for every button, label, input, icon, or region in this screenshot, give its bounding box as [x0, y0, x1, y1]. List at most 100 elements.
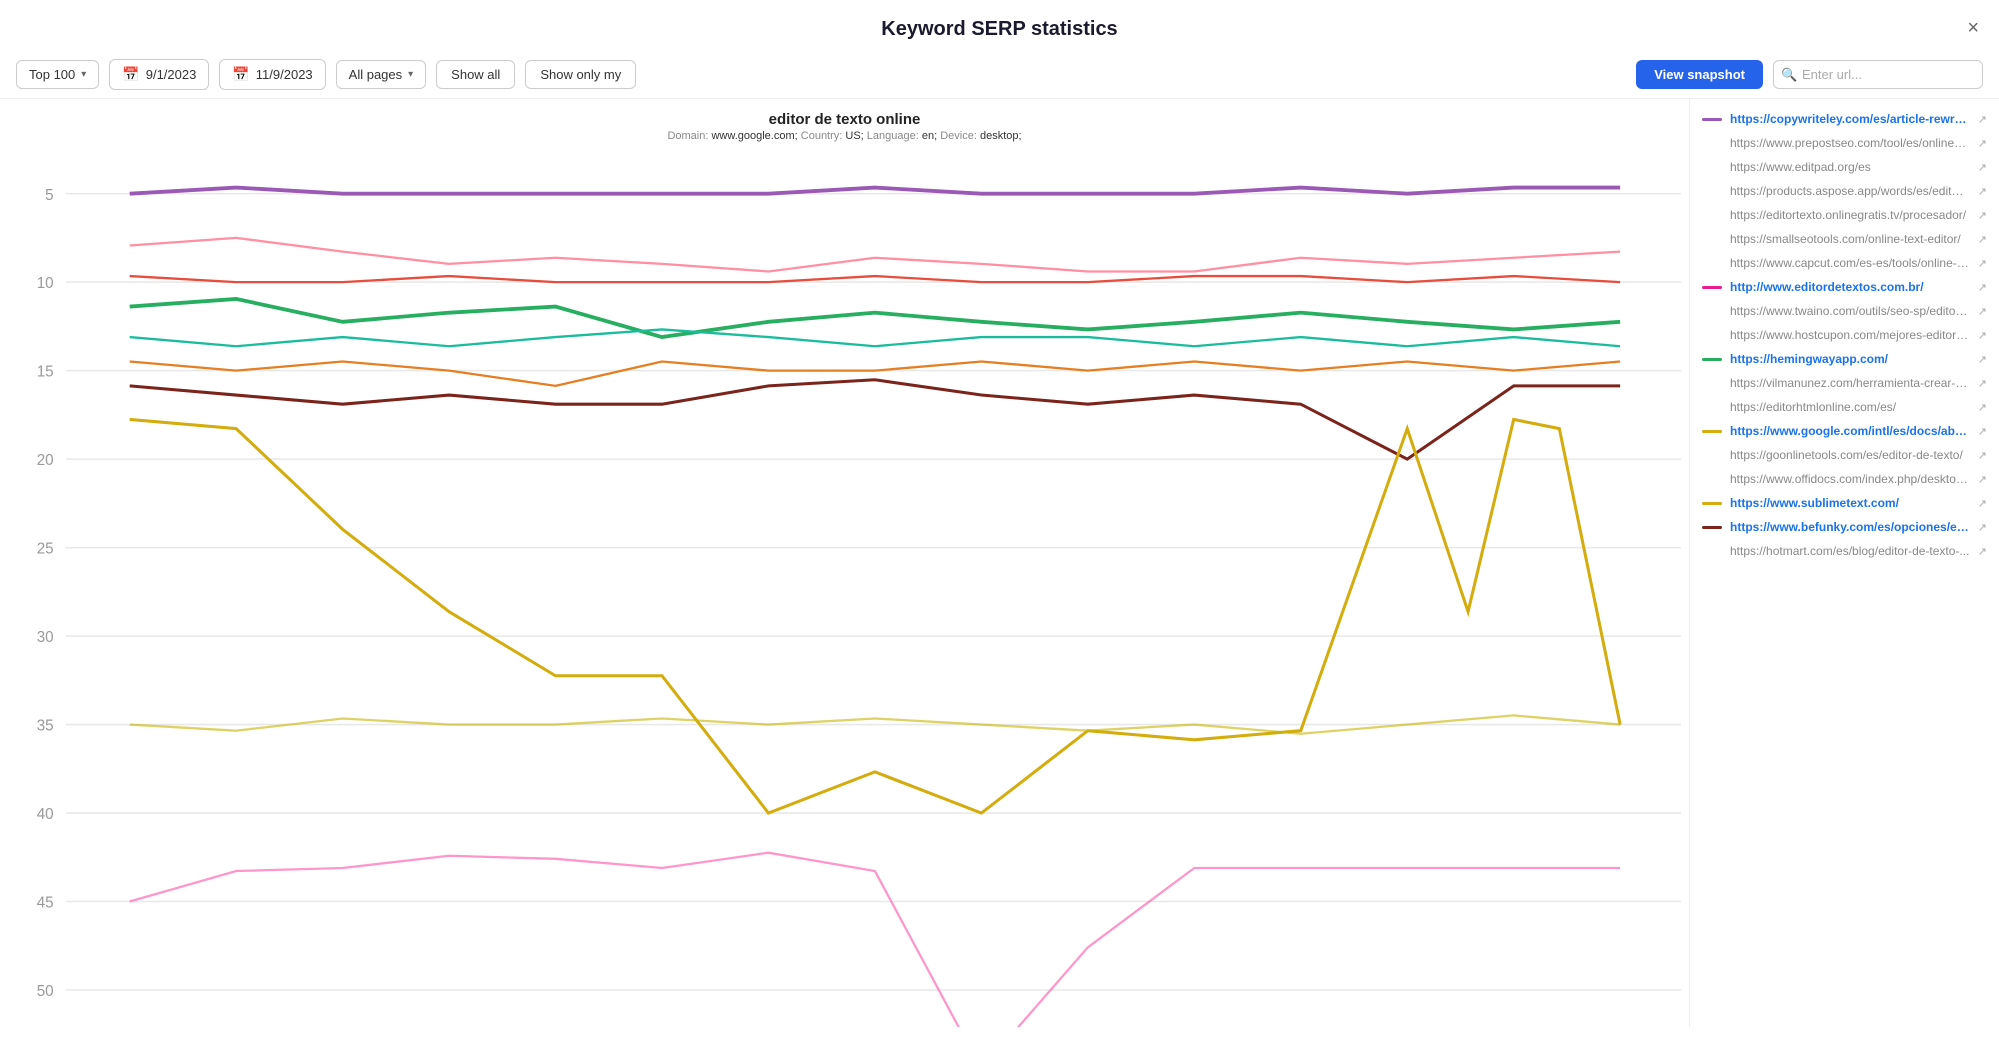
legend-color-swatch [1702, 502, 1722, 505]
legend-url[interactable]: https://www.befunky.com/es/opciones/edit… [1730, 520, 1970, 534]
legend-url[interactable]: https://editorhtmlonline.com/es/ [1730, 400, 1970, 414]
external-link-icon: ↗ [1978, 545, 1987, 558]
legend-color-swatch [1702, 310, 1722, 313]
date-to-picker[interactable]: 📅 11/9/2023 [219, 59, 325, 90]
svg-text:40: 40 [37, 806, 54, 823]
legend-color-swatch [1702, 286, 1722, 289]
external-link-icon: ↗ [1978, 257, 1987, 270]
legend-url[interactable]: https://hotmart.com/es/blog/editor-de-te… [1730, 544, 1970, 558]
list-item[interactable]: https://smallseotools.com/online-text-ed… [1690, 227, 1999, 251]
svg-text:10: 10 [37, 275, 54, 292]
svg-text:25: 25 [37, 541, 54, 558]
url-search-input[interactable] [1773, 60, 1983, 89]
line-twaino [130, 238, 1620, 272]
language-value: en; [922, 130, 937, 142]
list-item[interactable]: https://www.twaino.com/outils/seo-sp/edi… [1690, 299, 1999, 323]
line-editordetextos-br [130, 853, 1620, 1027]
legend-url[interactable]: https://www.capcut.com/es-es/tools/onlin… [1730, 256, 1970, 270]
list-item[interactable]: https://copywriteley.com/es/article-rewr… [1690, 107, 1999, 131]
list-item[interactable]: https://www.google.com/intl/es/docs/abou… [1690, 419, 1999, 443]
legend-color-swatch [1702, 238, 1722, 241]
legend-color-swatch [1702, 382, 1722, 385]
list-item[interactable]: https://www.prepostseo.com/tool/es/onlin… [1690, 131, 1999, 155]
legend-url[interactable]: https://www.offidocs.com/index.php/deskt… [1730, 472, 1970, 486]
external-link-icon: ↗ [1978, 449, 1987, 462]
legend-url[interactable]: https://products.aspose.app/words/es/edi… [1730, 184, 1970, 198]
show-only-my-button[interactable]: Show only my [525, 60, 636, 89]
list-item[interactable]: https://goonlinetools.com/es/editor-de-t… [1690, 443, 1999, 467]
line-copywriteley [130, 188, 1620, 194]
domain-value: www.google.com; [711, 130, 797, 142]
legend-color-swatch [1702, 142, 1722, 145]
list-item[interactable]: https://www.sublimetext.com/ ↗ [1690, 491, 1999, 515]
all-pages-dropdown[interactable]: All pages ▾ [336, 60, 427, 89]
svg-text:35: 35 [37, 718, 54, 735]
legend-url[interactable]: http://www.editordetextos.com.br/ [1730, 280, 1970, 294]
top-100-dropdown[interactable]: Top 100 ▾ [16, 60, 99, 89]
list-item[interactable]: https://www.befunky.com/es/opciones/edit… [1690, 515, 1999, 539]
date-from-picker[interactable]: 📅 9/1/2023 [109, 59, 209, 90]
list-item[interactable]: https://editorhtmlonline.com/es/ ↗ [1690, 395, 1999, 419]
chevron-down-icon: ▾ [408, 69, 413, 80]
svg-text:20: 20 [37, 452, 54, 469]
line-teal [130, 329, 1620, 346]
line-editordetextos [130, 276, 1620, 282]
list-item[interactable]: https://editortexto.onlinegratis.tv/proc… [1690, 203, 1999, 227]
chart-svg[interactable]: 5 10 15 20 25 30 35 40 [8, 154, 1681, 1027]
list-item[interactable]: https://www.hostcupon.com/mejores-editor… [1690, 323, 1999, 347]
legend-url[interactable]: https://www.twaino.com/outils/seo-sp/edi… [1730, 304, 1970, 318]
legend-color-swatch [1702, 118, 1722, 121]
list-item[interactable]: https://vilmanunez.com/herramienta-crear… [1690, 371, 1999, 395]
external-link-icon: ↗ [1978, 185, 1987, 198]
legend-color-swatch [1702, 166, 1722, 169]
close-button[interactable]: × [1967, 18, 1979, 38]
external-link-icon: ↗ [1978, 377, 1987, 390]
list-item[interactable]: https://products.aspose.app/words/es/edi… [1690, 179, 1999, 203]
legend-color-swatch [1702, 334, 1722, 337]
chart-keyword: editor de texto online [8, 111, 1681, 128]
list-item[interactable]: https://hemingwayapp.com/ ↗ [1690, 347, 1999, 371]
legend-panel: https://copywriteley.com/es/article-rewr… [1689, 99, 1999, 1027]
legend-color-swatch [1702, 190, 1722, 193]
legend-color-swatch [1702, 454, 1722, 457]
external-link-icon: ↗ [1978, 233, 1987, 246]
show-all-button[interactable]: Show all [436, 60, 515, 89]
view-snapshot-button[interactable]: View snapshot [1636, 60, 1763, 89]
modal-title: Keyword SERP statistics [881, 18, 1117, 41]
legend-url[interactable]: https://goonlinetools.com/es/editor-de-t… [1730, 448, 1970, 462]
modal-container: Keyword SERP statistics × Top 100 ▾ 📅 9/… [0, 0, 1999, 1027]
legend-url[interactable]: https://copywriteley.com/es/article-rewr… [1730, 112, 1970, 126]
external-link-icon: ↗ [1978, 161, 1987, 174]
legend-url[interactable]: https://www.hostcupon.com/mejores-editor… [1730, 328, 1970, 342]
calendar-icon: 📅 [232, 66, 249, 83]
chart-title: editor de texto online Domain: www.googl… [8, 111, 1681, 142]
legend-url[interactable]: https://www.google.com/intl/es/docs/abou… [1730, 424, 1970, 438]
list-item[interactable]: https://www.offidocs.com/index.php/deskt… [1690, 467, 1999, 491]
svg-text:50: 50 [37, 983, 54, 1000]
external-link-icon: ↗ [1978, 353, 1987, 366]
list-item[interactable]: http://www.editordetextos.com.br/ ↗ [1690, 275, 1999, 299]
country-value: US; [845, 130, 863, 142]
line-befunky [130, 380, 1620, 459]
toolbar: Top 100 ▾ 📅 9/1/2023 📅 11/9/2023 All pag… [0, 51, 1999, 99]
list-item[interactable]: https://www.editpad.org/es ↗ [1690, 155, 1999, 179]
legend-url[interactable]: https://vilmanunez.com/herramienta-crear… [1730, 376, 1970, 390]
list-item[interactable]: https://www.capcut.com/es-es/tools/onlin… [1690, 251, 1999, 275]
legend-url[interactable]: https://www.sublimetext.com/ [1730, 496, 1970, 510]
legend-color-swatch [1702, 550, 1722, 553]
legend-url[interactable]: https://www.editpad.org/es [1730, 160, 1970, 174]
list-item[interactable]: https://hotmart.com/es/blog/editor-de-te… [1690, 539, 1999, 563]
external-link-icon: ↗ [1978, 521, 1987, 534]
external-link-icon: ↗ [1978, 137, 1987, 150]
legend-url[interactable]: https://www.prepostseo.com/tool/es/onlin… [1730, 136, 1970, 150]
url-search-wrapper: 🔍 [1773, 60, 1983, 89]
legend-url[interactable]: https://editortexto.onlinegratis.tv/proc… [1730, 208, 1970, 222]
legend-color-swatch [1702, 478, 1722, 481]
calendar-icon: 📅 [122, 66, 139, 83]
device-value: desktop; [980, 130, 1022, 142]
legend-url[interactable]: https://hemingwayapp.com/ [1730, 352, 1970, 366]
chart-container[interactable]: 5 10 15 20 25 30 35 40 [8, 154, 1681, 1027]
modal-header: Keyword SERP statistics × [0, 0, 1999, 51]
external-link-icon: ↗ [1978, 497, 1987, 510]
legend-url[interactable]: https://smallseotools.com/online-text-ed… [1730, 232, 1970, 246]
